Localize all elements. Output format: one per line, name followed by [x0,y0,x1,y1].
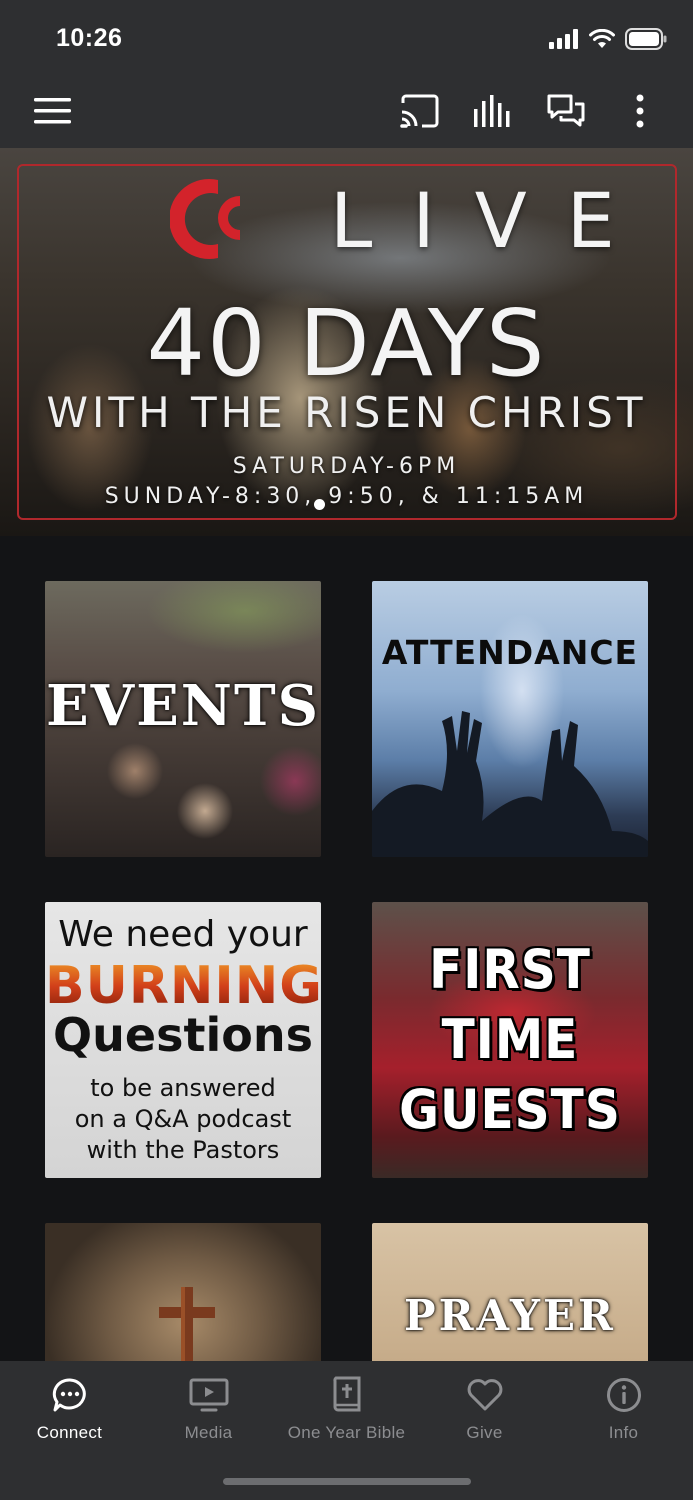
hero-live-text: LIVE [330,176,655,265]
tab-one-year-bible[interactable]: One Year Bible [277,1361,416,1453]
church-logo-icon [169,174,270,269]
attendance-tile[interactable]: ATTENDANCE [372,581,648,857]
chat-bubbles-icon[interactable] [543,88,589,134]
first-time-guests-tile[interactable]: FIRST TIME GUESTS [372,902,648,1178]
hero-title: 40 DAYS [146,290,547,397]
hero-service-times-saturday: SATURDAY-6PM [232,454,461,479]
heart-icon [465,1375,505,1415]
signal-icon [549,29,579,54]
tab-one-year-bible-label: One Year Bible [287,1423,406,1442]
first-time-line-1: FIRST [429,938,591,1001]
first-time-line-3: GUESTS [399,1078,621,1141]
hero-banner[interactable]: LIVE 40 DAYS WITH THE RISEN CHRIST SATUR… [0,148,693,536]
hamburger-menu-icon[interactable] [30,88,76,134]
tab-connect[interactable]: Connect [0,1361,139,1453]
first-time-line-2: TIME [441,1008,579,1071]
status-bar: 10:26 [0,0,693,74]
status-time: 10:26 [56,24,123,52]
cast-icon[interactable] [396,88,442,134]
status-icons [549,28,667,55]
burning-line-4: to be answered [90,1074,276,1102]
chat-bubble-icon [50,1375,90,1415]
tab-info[interactable]: Info [554,1361,693,1453]
bible-icon [327,1375,367,1415]
events-tile-label: EVENTS [45,673,321,739]
attendance-tile-label: ATTENDANCE [381,633,639,672]
carousel-page-indicator[interactable] [314,499,325,510]
info-icon [604,1375,644,1415]
top-toolbar [0,74,693,148]
burning-line-2: BURNING [45,956,321,1016]
audio-bars-icon[interactable] [469,88,515,134]
home-indicator[interactable] [223,1478,471,1485]
more-vertical-icon[interactable] [617,88,663,134]
tab-give-label: Give [466,1423,503,1442]
hero-subtitle: WITH THE RISEN CHRIST [46,388,647,437]
tab-info-label: Info [608,1423,639,1442]
burning-line-3: Questions [53,1008,313,1062]
burning-line-1: We need your [58,914,308,955]
tab-media-label: Media [184,1423,233,1442]
burning-questions-tile[interactable]: We need your BURNING Questions to be ans… [45,902,321,1178]
hero-service-times-sunday: SUNDAY-8:30, 9:50, & 11:15AM [104,484,589,509]
tv-play-icon [189,1375,229,1415]
events-tile[interactable]: EVENTS [45,581,321,857]
raised-hands-silhouette [372,711,648,857]
prayer-tile-label: PRAYER [404,1291,616,1340]
burning-line-5: on a Q&A podcast [74,1105,292,1133]
tab-give[interactable]: Give [415,1361,554,1453]
battery-icon [625,28,667,55]
tab-media[interactable]: Media [139,1361,278,1453]
app-screen: 10:26 LIVE 40 DAYS WITH THE RISEN CHRIST… [0,0,693,1500]
tab-connect-label: Connect [36,1423,103,1442]
wifi-icon [589,28,615,54]
burning-line-6: with the Pastors [86,1136,280,1164]
